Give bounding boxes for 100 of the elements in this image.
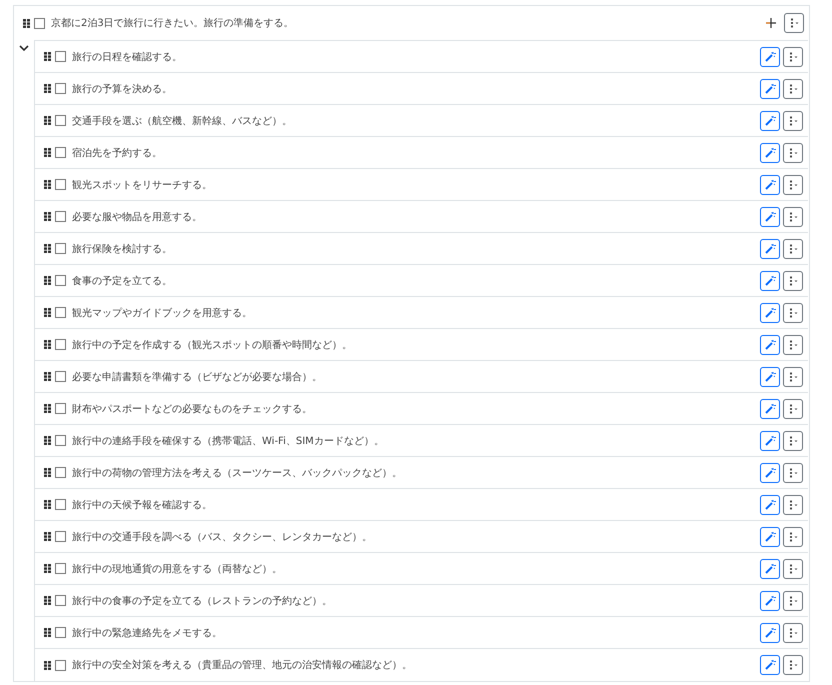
wand-icon (764, 178, 776, 190)
magic-wand-button[interactable] (760, 110, 780, 130)
magic-wand-button[interactable] (760, 174, 780, 194)
drag-handle-icon[interactable] (44, 404, 51, 413)
wand-icon (764, 114, 776, 126)
subtask-checkbox[interactable] (55, 627, 66, 638)
drag-handle-icon[interactable] (44, 52, 51, 61)
drag-handle-icon[interactable] (44, 212, 51, 221)
drag-handle-icon[interactable] (44, 628, 51, 637)
subtask-title: 旅行中の緊急連絡先をメモする。 (72, 626, 222, 640)
magic-wand-button[interactable] (760, 46, 780, 66)
drag-handle-icon[interactable] (44, 180, 51, 189)
subtask-checkbox[interactable] (55, 211, 66, 222)
drag-handle-icon[interactable] (44, 244, 51, 253)
magic-wand-button[interactable] (760, 78, 780, 98)
subtask-checkbox[interactable] (55, 435, 66, 446)
menu-icon (787, 530, 799, 542)
more-menu-button[interactable] (783, 46, 803, 66)
more-menu-button[interactable] (783, 302, 803, 322)
magic-wand-button[interactable] (760, 462, 780, 482)
subtask-checkbox[interactable] (55, 595, 66, 606)
drag-handle-icon[interactable] (44, 564, 51, 573)
drag-handle-icon[interactable] (44, 436, 51, 445)
more-menu-button[interactable] (783, 270, 803, 290)
more-menu-button[interactable] (783, 494, 803, 514)
magic-wand-button[interactable] (760, 206, 780, 226)
more-menu-button[interactable] (783, 398, 803, 418)
subtask-title: 交通手段を選ぶ（航空機、新幹線、バスなど）。 (72, 114, 292, 128)
more-menu-button[interactable] (783, 142, 803, 162)
drag-handle-icon[interactable] (44, 276, 51, 285)
magic-wand-button[interactable] (760, 494, 780, 514)
wand-icon (764, 370, 776, 382)
subtask-checkbox[interactable] (55, 243, 66, 254)
subtask-checkbox[interactable] (55, 51, 66, 62)
drag-handle-icon[interactable] (44, 340, 51, 349)
magic-wand-button[interactable] (760, 430, 780, 450)
more-menu-button[interactable] (783, 462, 803, 482)
drag-handle-icon[interactable] (44, 532, 51, 541)
drag-handle-icon[interactable] (44, 468, 51, 477)
more-menu-button[interactable] (783, 174, 803, 194)
menu-icon (787, 562, 799, 574)
subtask-checkbox[interactable] (55, 660, 66, 670)
drag-handle-icon[interactable] (44, 372, 51, 381)
drag-handle-icon[interactable] (44, 148, 51, 157)
menu-icon (787, 402, 799, 414)
chevron-icon[interactable] (19, 44, 29, 52)
magic-wand-button[interactable] (760, 302, 780, 322)
more-menu-button[interactable] (783, 334, 803, 354)
more-menu-button[interactable] (783, 590, 803, 610)
more-menu-button[interactable] (783, 366, 803, 386)
subtask-checkbox[interactable] (55, 115, 66, 126)
magic-wand-button[interactable] (760, 238, 780, 258)
menu-icon (787, 114, 799, 126)
drag-handle-icon[interactable] (44, 116, 51, 125)
drag-handle-icon[interactable] (44, 84, 51, 93)
subtask-checkbox[interactable] (55, 179, 66, 190)
more-menu-button[interactable] (783, 206, 803, 226)
more-menu-button[interactable] (783, 558, 803, 578)
more-menu-button[interactable] (783, 430, 803, 450)
magic-wand-button[interactable] (760, 398, 780, 418)
more-menu-button[interactable] (783, 622, 803, 642)
subtask-checkbox[interactable] (55, 307, 66, 318)
drag-handle-icon[interactable] (44, 308, 51, 317)
more-menu-button[interactable] (783, 238, 803, 258)
magic-wand-button[interactable] (760, 655, 780, 675)
magic-wand-button[interactable] (760, 270, 780, 290)
menu-icon (787, 274, 799, 286)
subtask-checkbox[interactable] (55, 339, 66, 350)
plus-icon[interactable] (765, 17, 777, 29)
subtask-checkbox[interactable] (55, 499, 66, 510)
subtask-title: 財布やパスポートなどの必要なものをチェックする。 (72, 402, 312, 416)
subtask-checkbox[interactable] (55, 531, 66, 542)
subtask-checkbox[interactable] (55, 403, 66, 414)
more-menu-button[interactable] (784, 13, 804, 33)
subtask-checkbox[interactable] (55, 467, 66, 478)
magic-wand-button[interactable] (760, 334, 780, 354)
more-menu-button[interactable] (783, 110, 803, 130)
subtask-checkbox[interactable] (55, 275, 66, 286)
more-menu-button[interactable] (783, 526, 803, 546)
magic-wand-button[interactable] (760, 558, 780, 578)
drag-handle-icon[interactable] (44, 660, 51, 670)
task-checkbox[interactable] (34, 18, 45, 28)
subtask-checkbox[interactable] (55, 371, 66, 382)
magic-wand-button[interactable] (760, 622, 780, 642)
wand-icon (764, 562, 776, 574)
subtask-checkbox[interactable] (55, 147, 66, 158)
subtask-checkbox[interactable] (55, 563, 66, 574)
subtask-checkbox[interactable] (55, 83, 66, 94)
more-menu-button[interactable] (783, 655, 803, 675)
menu-icon (787, 306, 799, 318)
magic-wand-button[interactable] (760, 366, 780, 386)
drag-handle-icon[interactable] (23, 18, 30, 28)
more-menu-button[interactable] (783, 78, 803, 98)
magic-wand-button[interactable] (760, 590, 780, 610)
subtask-title: 旅行の予算を決める。 (72, 82, 172, 96)
magic-wand-button[interactable] (760, 526, 780, 546)
drag-handle-icon[interactable] (44, 500, 51, 509)
drag-handle-icon[interactable] (44, 596, 51, 605)
subtask-title: 旅行中の安全対策を考える（貴重品の管理、地元の治安情報の確認など）。 (72, 658, 412, 672)
magic-wand-button[interactable] (760, 142, 780, 162)
